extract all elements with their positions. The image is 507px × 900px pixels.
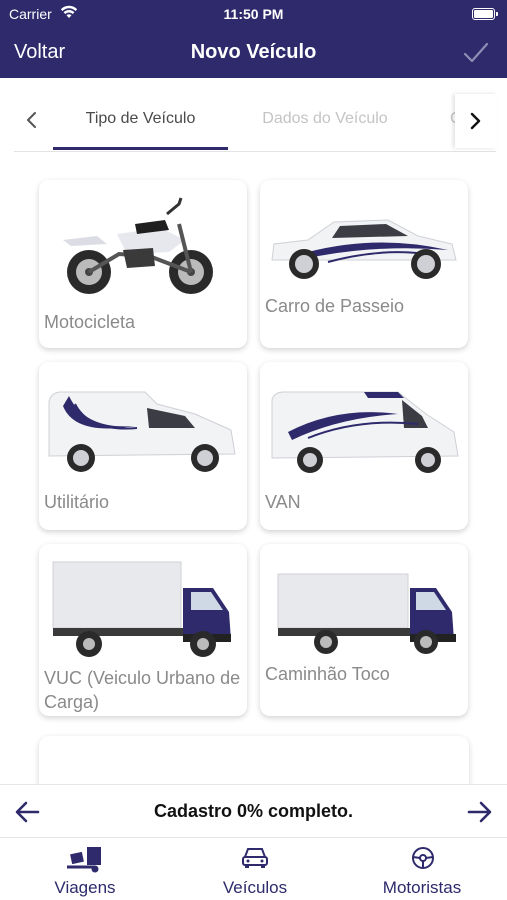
vehicle-card-van[interactable]: VAN: [260, 362, 468, 530]
vehicle-label: VAN: [265, 492, 301, 512]
vehicle-label: Caminhão Toco: [265, 664, 390, 684]
tab-tipo-de-veiculo[interactable]: Tipo de Veículo: [53, 110, 228, 128]
car-front-icon: [242, 848, 268, 868]
vehicle-card-caminhao-toco[interactable]: Caminhão Toco: [260, 544, 468, 716]
battery-icon: [472, 8, 498, 20]
tab-label: Viagens: [54, 878, 116, 897]
arrow-right-icon[interactable]: [465, 799, 493, 825]
tab-motoristas[interactable]: Motoristas: [367, 838, 477, 900]
chevron-left-icon[interactable]: [22, 110, 42, 130]
vehicle-card-vuc[interactable]: VUC (Veiculo Urbano de Carga): [39, 544, 247, 716]
vehicle-type-grid: Motocicleta Carro de Passeio Utilitário: [0, 152, 507, 784]
back-button[interactable]: Voltar: [14, 41, 65, 64]
step-tabs: Tipo de Veículo Dados do Veículo C: [0, 78, 507, 152]
registration-progress-bar: Cadastro 0% completo.: [0, 784, 507, 838]
light-truck-image: [52, 561, 231, 657]
tab-veiculos[interactable]: Veículos: [200, 838, 310, 900]
tab-viagens[interactable]: Viagens: [30, 838, 140, 900]
checkmark-icon[interactable]: [461, 38, 491, 68]
status-bar: Carrier 11:50 PM: [0, 0, 507, 28]
steering-wheel-icon: [412, 847, 434, 869]
vehicle-card-utilitario[interactable]: Utilitário: [39, 362, 247, 530]
page-title: Novo Veículo: [190, 41, 317, 63]
vehicle-label: Utilitário: [44, 492, 110, 512]
vehicle-card-motocicleta[interactable]: Motocicleta: [39, 180, 247, 348]
vehicle-label: VUC (Veiculo Urbano de Carga): [44, 668, 241, 712]
tab-label: Motoristas: [382, 878, 462, 897]
motorcycle-image: [63, 197, 213, 294]
vehicle-label: Carro de Passeio: [265, 296, 405, 316]
chevron-right-icon: [470, 112, 481, 130]
tab-label: Veículos: [222, 878, 288, 897]
vehicle-card-carro-de-passeio[interactable]: Carro de Passeio: [260, 180, 468, 348]
clock: 11:50 PM: [223, 6, 284, 22]
vehicle-label: Motocicleta: [44, 312, 136, 332]
vehicle-card-partial[interactable]: [39, 736, 469, 784]
navigation-bar: Voltar Novo Veículo: [0, 28, 507, 78]
utility-van-image: [48, 391, 236, 472]
tab-dados-do-veiculo[interactable]: Dados do Veículo: [240, 110, 410, 128]
progress-text: Cadastro 0% completo.: [153, 801, 354, 821]
active-tab-indicator: [53, 147, 228, 150]
scroll-tabs-right-button[interactable]: [455, 94, 497, 148]
truck-loading-icon: [67, 847, 101, 873]
car-image: [271, 219, 457, 279]
truck-image: [277, 573, 456, 654]
van-image: [271, 391, 459, 473]
bottom-tab-bar: Viagens Veículos Motoristas: [0, 838, 507, 900]
